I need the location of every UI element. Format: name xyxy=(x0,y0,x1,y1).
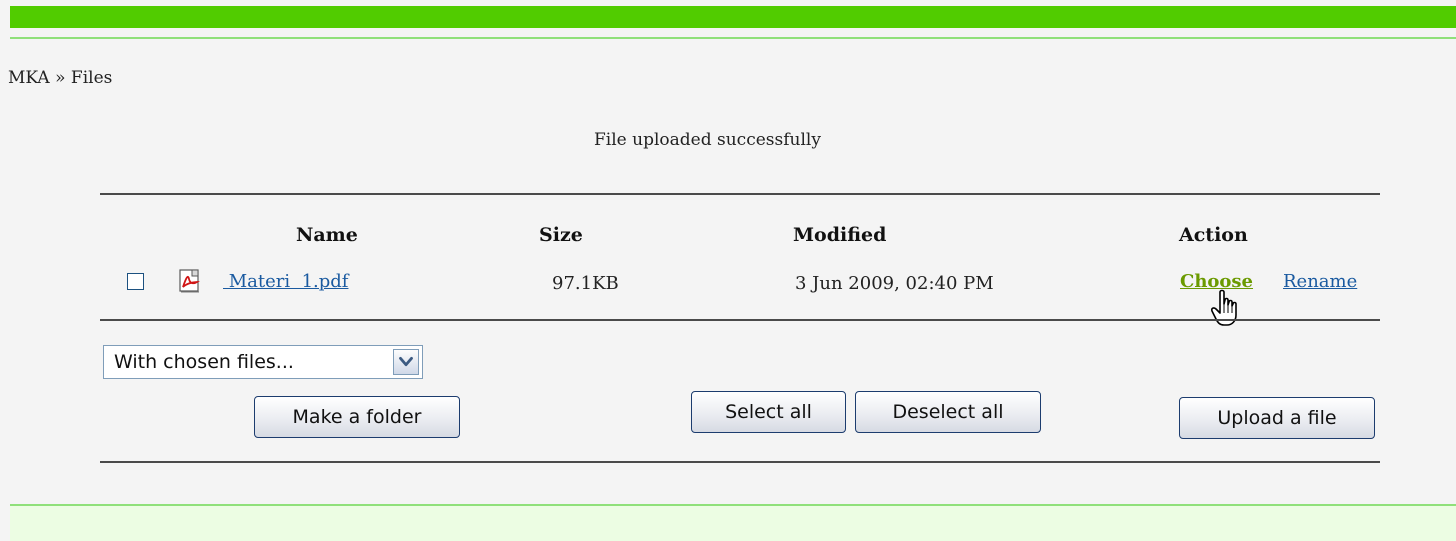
table-middle-rule xyxy=(100,319,1380,321)
column-header-name[interactable]: Name xyxy=(296,224,358,246)
breadcrumb: MKA » Files xyxy=(8,68,113,88)
file-size: 97.1KB xyxy=(552,273,619,294)
deselect-all-button[interactable]: Deselect all xyxy=(855,391,1041,433)
upload-success-notice: File uploaded successfully xyxy=(594,130,821,150)
with-chosen-files-value: With chosen files... xyxy=(114,351,294,373)
header-bar xyxy=(10,6,1456,28)
header-divider xyxy=(10,37,1456,39)
column-header-size[interactable]: Size xyxy=(539,224,583,246)
hand-cursor-icon xyxy=(1211,289,1237,326)
with-chosen-files-select[interactable]: With chosen files... xyxy=(103,345,423,379)
table-bottom-rule xyxy=(100,461,1380,463)
footer-band xyxy=(10,506,1456,541)
upload-file-button[interactable]: Upload a file xyxy=(1179,397,1375,439)
file-modified-date: 3 Jun 2009, 02:40 PM xyxy=(795,273,994,294)
rename-link[interactable]: Rename xyxy=(1283,271,1357,292)
column-header-modified[interactable]: Modified xyxy=(793,224,886,246)
make-folder-button[interactable]: Make a folder xyxy=(254,396,460,438)
pdf-icon[interactable] xyxy=(177,268,203,294)
file-link[interactable]: Materi 1.pdf xyxy=(223,271,349,292)
table-top-rule xyxy=(100,193,1380,195)
select-all-button[interactable]: Select all xyxy=(691,391,846,433)
column-header-action: Action xyxy=(1179,224,1248,246)
chevron-down-icon xyxy=(399,356,413,367)
dropdown-toggle[interactable] xyxy=(393,349,419,375)
file-select-checkbox[interactable] xyxy=(127,273,144,290)
